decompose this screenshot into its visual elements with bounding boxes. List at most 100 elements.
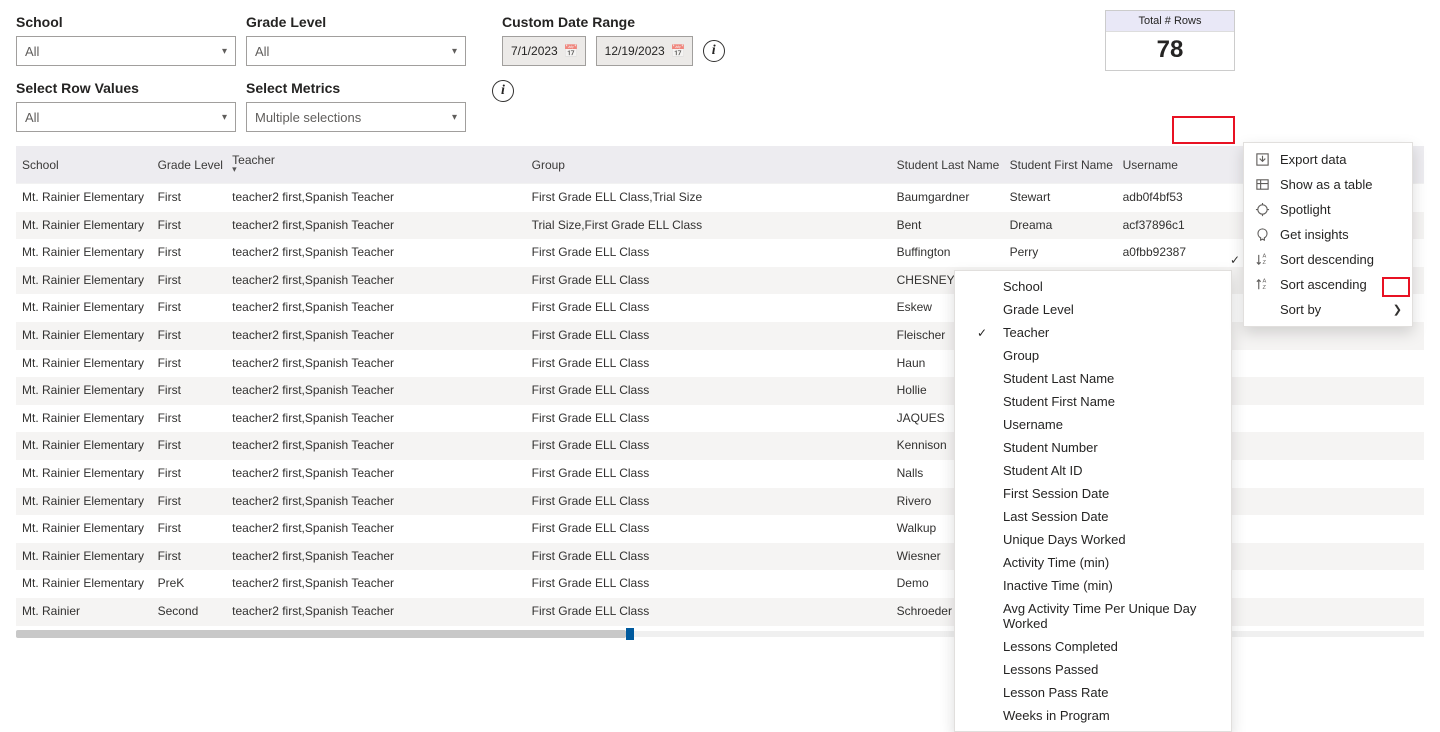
col-header-username[interactable]: Username xyxy=(1117,146,1255,184)
filter-grade-dropdown[interactable]: All ▾ xyxy=(246,36,466,66)
context-menu-item[interactable]: ✓AZSort descending xyxy=(1244,247,1412,272)
context-menu-item[interactable]: AZSort ascending xyxy=(1244,272,1412,297)
filter-metrics-value: Multiple selections xyxy=(255,110,361,125)
sortby-menu-item[interactable]: Grade Level xyxy=(955,298,1231,321)
context-menu-item[interactable]: Get insights xyxy=(1244,222,1412,247)
filter-grade-label: Grade Level xyxy=(246,14,466,30)
context-menu-item[interactable]: Sort by❯ xyxy=(1244,297,1412,322)
col-header-teacher[interactable]: Teacher▾ xyxy=(226,146,525,184)
sortby-menu-item[interactable]: Activity Time (min) xyxy=(955,551,1231,574)
table-cell: Mt. Rainier Elementary xyxy=(16,570,152,598)
table-cell xyxy=(1356,377,1424,405)
filter-school-dropdown[interactable]: All ▾ xyxy=(16,36,236,66)
filter-rowvalues-value: All xyxy=(25,110,39,125)
table-cell xyxy=(1254,488,1356,516)
svg-text:A: A xyxy=(1262,254,1266,260)
filter-metrics-dropdown[interactable]: Multiple selections ▾ xyxy=(246,102,466,132)
table-cell xyxy=(1254,350,1356,378)
table-cell: acf37896c1 xyxy=(1117,212,1255,240)
menu-item-label: Export data xyxy=(1280,152,1347,167)
chevron-right-icon: ❯ xyxy=(1393,303,1402,316)
sortby-menu-item[interactable]: Student Last Name xyxy=(955,367,1231,390)
filter-grade: Grade Level All ▾ xyxy=(246,14,466,66)
table-cell: First xyxy=(152,515,227,543)
menu-item-icon xyxy=(1254,177,1270,192)
date-to-value: 12/19/2023 xyxy=(605,44,665,58)
sortby-menu-item[interactable]: Lessons Completed xyxy=(955,635,1231,658)
table-cell: Buffington xyxy=(891,239,1004,267)
table-cell: Mt. Rainier Elementary xyxy=(16,543,152,571)
col-header-group[interactable]: Group xyxy=(526,146,891,184)
sortby-item-label: Activity Time (min) xyxy=(1003,555,1109,570)
sortby-menu-item[interactable]: Lessons Passed xyxy=(955,658,1231,681)
filter-row-values: Select Row Values All ▾ xyxy=(16,80,236,132)
table-row[interactable]: Mt. Rainier ElementaryFirstteacher2 firs… xyxy=(16,212,1424,240)
table-cell: First Grade ELL Class xyxy=(526,267,891,295)
table-cell: Mt. Rainier Elementary xyxy=(16,212,152,240)
sortby-menu-item[interactable]: Group xyxy=(955,344,1231,367)
date-from-value: 7/1/2023 xyxy=(511,44,558,58)
table-cell: First Grade ELL Class xyxy=(526,322,891,350)
context-menu-item[interactable]: Export data xyxy=(1244,147,1412,172)
table-cell: teacher2 first,Spanish Teacher xyxy=(226,432,525,460)
context-menu-item[interactable]: Spotlight xyxy=(1244,197,1412,222)
sort-desc-icon: ▾ xyxy=(232,165,519,174)
filter-school-value: All xyxy=(25,44,39,59)
scrollbar-handle[interactable] xyxy=(626,628,634,640)
scrollbar-thumb[interactable] xyxy=(16,630,626,638)
col-header-firstname[interactable]: Student First Name xyxy=(1004,146,1117,184)
sortby-menu-item[interactable]: Inactive Time (min) xyxy=(955,574,1231,597)
date-from-input[interactable]: 7/1/2023 📅 xyxy=(502,36,586,66)
total-rows-card: Total # Rows 78 xyxy=(1105,10,1235,71)
sortby-item-label: Last Session Date xyxy=(1003,509,1109,524)
info-icon[interactable]: i xyxy=(492,80,514,102)
svg-text:Z: Z xyxy=(1262,260,1266,266)
sortby-menu-item[interactable]: Avg Activity Time Per Unique Day Worked xyxy=(955,597,1231,635)
sortby-menu-item[interactable]: Username xyxy=(955,413,1231,436)
sortby-menu-item[interactable]: Unique Days Worked xyxy=(955,528,1231,551)
table-row[interactable]: Mt. Rainier ElementaryFirstteacher2 firs… xyxy=(16,184,1424,212)
sortby-menu-item[interactable]: ✓Teacher xyxy=(955,321,1231,344)
date-to-input[interactable]: 12/19/2023 📅 xyxy=(596,36,693,66)
sortby-item-label: Avg Activity Time Per Unique Day Worked xyxy=(1003,601,1219,631)
col-header-lastname[interactable]: Student Last Name xyxy=(891,146,1004,184)
sortby-menu-item[interactable]: Student Alt ID xyxy=(955,459,1231,482)
table-cell: First xyxy=(152,267,227,295)
menu-item-icon xyxy=(1254,202,1270,217)
sortby-item-label: Lessons Completed xyxy=(1003,639,1118,654)
table-cell: Mt. Rainier Elementary xyxy=(16,432,152,460)
check-icon: ✓ xyxy=(1230,253,1240,267)
sortby-menu-item[interactable]: Student Number xyxy=(955,436,1231,459)
table-row[interactable]: Mt. Rainier ElementaryFirstteacher2 firs… xyxy=(16,239,1424,267)
table-cell xyxy=(1254,515,1356,543)
filter-school-label: School xyxy=(16,14,236,30)
filter-metrics: Select Metrics Multiple selections ▾ xyxy=(246,80,466,132)
sortby-item-label: School xyxy=(1003,279,1043,294)
sortby-menu-item[interactable]: First Session Date xyxy=(955,482,1231,505)
sortby-menu-item[interactable]: Lesson Pass Rate xyxy=(955,681,1231,704)
sortby-menu-item[interactable]: Student First Name xyxy=(955,390,1231,413)
table-cell: Mt. Rainier Elementary xyxy=(16,184,152,212)
sortby-item-label: Unique Days Worked xyxy=(1003,532,1126,547)
table-cell: Mt. Rainier Elementary xyxy=(16,405,152,433)
table-cell: First Grade ELL Class,Trial Size xyxy=(526,184,891,212)
col-header-grade[interactable]: Grade Level xyxy=(152,146,227,184)
annotation-highlight-more-options xyxy=(1172,116,1235,144)
sortby-menu-item[interactable]: Weeks in Program xyxy=(955,704,1231,727)
col-header-school[interactable]: School xyxy=(16,146,152,184)
sortby-menu-item[interactable]: Last Session Date xyxy=(955,505,1231,528)
table-cell: Mt. Rainier Elementary xyxy=(16,515,152,543)
sortby-menu-item[interactable]: School xyxy=(955,275,1231,298)
table-cell xyxy=(1254,405,1356,433)
table-cell: Second xyxy=(152,598,227,626)
table-cell: Bent xyxy=(891,212,1004,240)
svg-text:A: A xyxy=(1262,279,1266,285)
context-menu-item[interactable]: Show as a table xyxy=(1244,172,1412,197)
table-cell: Mt. Rainier Elementary xyxy=(16,294,152,322)
filter-rowvalues-dropdown[interactable]: All ▾ xyxy=(16,102,236,132)
chevron-down-icon: ▾ xyxy=(222,46,227,57)
table-cell: First xyxy=(152,377,227,405)
info-icon[interactable]: i xyxy=(703,40,725,62)
filter-school: School All ▾ xyxy=(16,14,236,66)
menu-item-label: Sort ascending xyxy=(1280,277,1367,292)
